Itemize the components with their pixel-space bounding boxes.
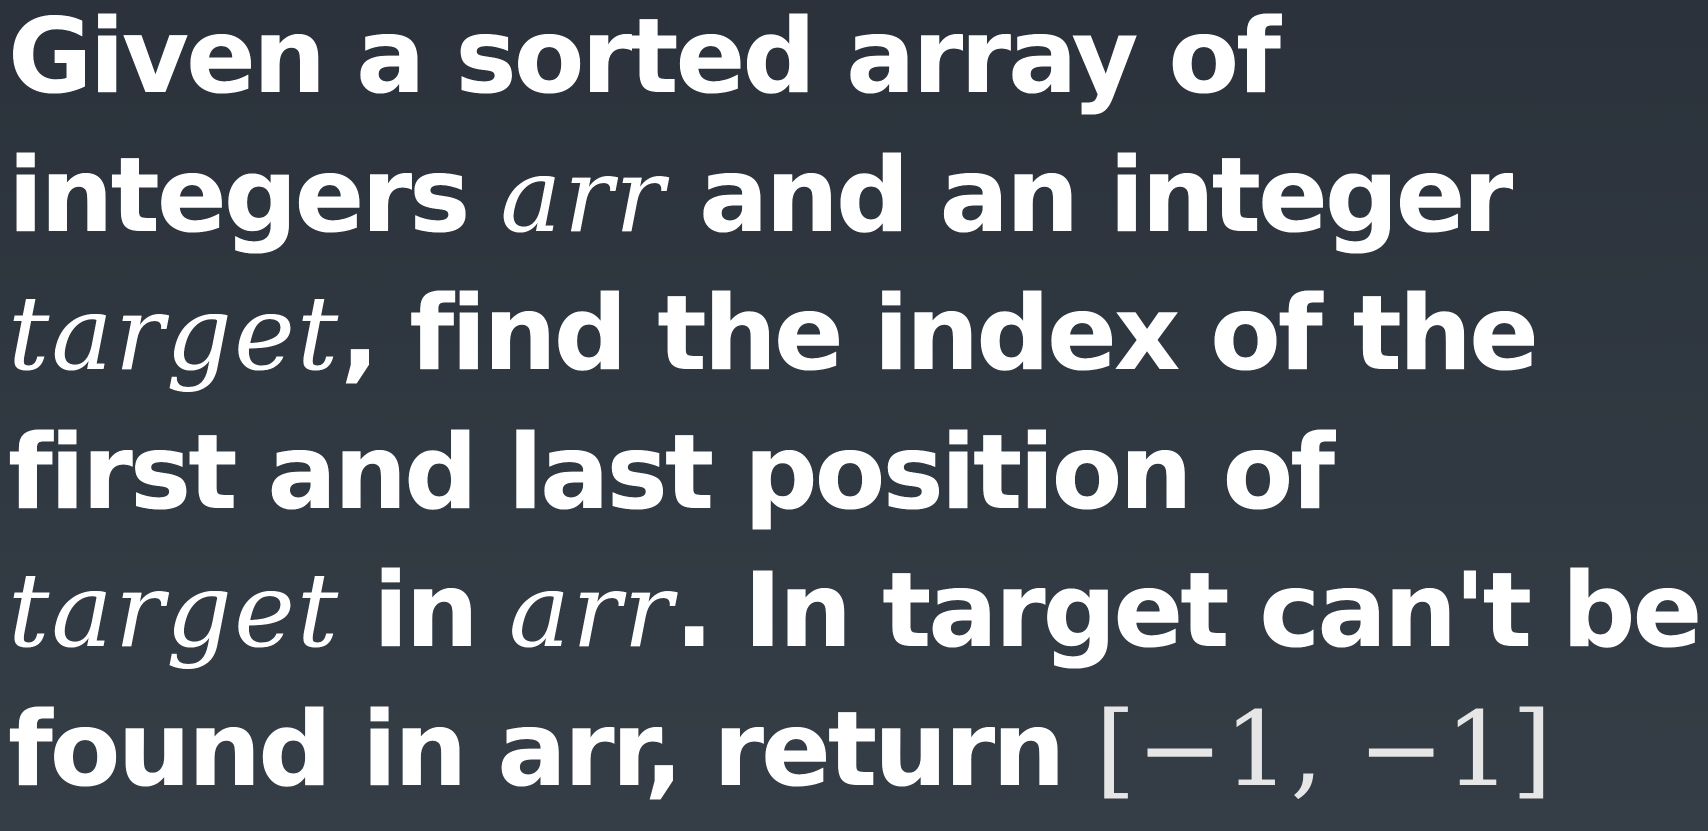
- math-var-target: target: [8, 274, 341, 394]
- problem-line-3: target, find the index of the: [8, 265, 1708, 404]
- math-var-arr: arr: [508, 551, 675, 671]
- problem-line-1: Given a sorted array of: [8, 0, 1708, 127]
- problem-text: found in arr, return: [8, 689, 1096, 810]
- problem-text: in: [340, 551, 509, 671]
- problem-text: integers: [8, 135, 501, 256]
- problem-line-5: target in arr. In target can't be: [8, 542, 1708, 681]
- math-var-target: target: [8, 551, 341, 671]
- problem-line-6: found in arr, return [−1, −1]: [8, 681, 1708, 820]
- math-result-array: [−1, −1]: [1095, 689, 1553, 810]
- problem-text: , find the index of the: [340, 274, 1539, 394]
- slide: Given a sorted array of integers arr and…: [0, 0, 1708, 819]
- problem-text: . In target can't be: [674, 551, 1703, 671]
- problem-line-2: integers arr and an integer: [8, 127, 1708, 266]
- problem-text: Given a sorted array of: [8, 0, 1281, 117]
- math-var-arr: arr: [500, 135, 667, 256]
- problem-line-4: first and last position of: [8, 404, 1708, 543]
- problem-text: and an integer: [666, 135, 1513, 256]
- problem-statement: Given a sorted array of integers arr and…: [8, 0, 1708, 819]
- problem-text: first and last position of: [8, 412, 1335, 533]
